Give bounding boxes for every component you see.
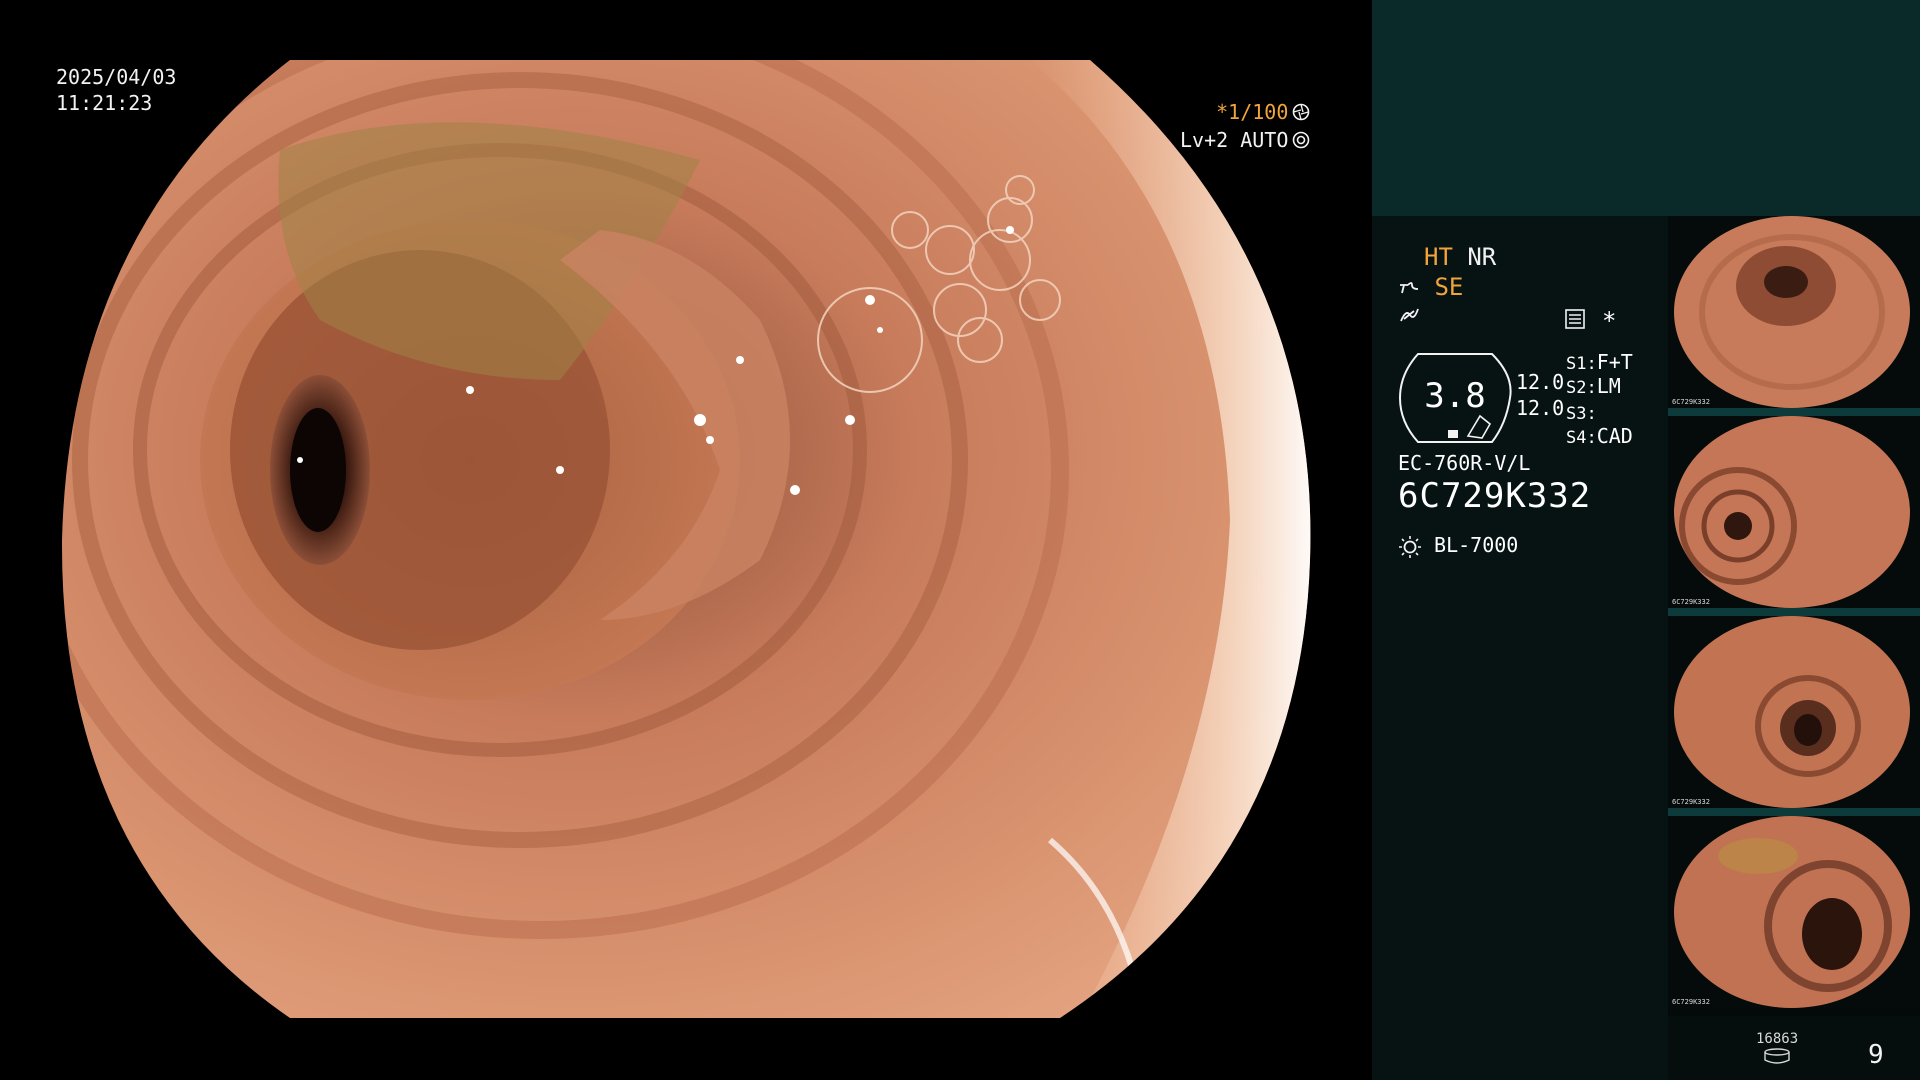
structure-icon xyxy=(1400,282,1419,294)
info-panel: HT NR SE * 3.8 12.0 12.0 S1:F+T S2:LM S3… xyxy=(1372,216,1668,1080)
light-source-row: BL-7000 xyxy=(1398,530,1518,560)
gauge-value: 3.8 xyxy=(1424,376,1486,416)
wave-row xyxy=(1398,304,1420,334)
s3-row: S3: xyxy=(1566,400,1597,426)
zoom-gauge: 3.8 xyxy=(1398,352,1512,444)
iris-icon xyxy=(1293,131,1310,149)
endoscopy-screen: 2025/04/03 11:21:23 *1/100 Lv+2 AUTO HT … xyxy=(0,0,1920,1080)
aperture-icon xyxy=(1293,103,1310,121)
value-1: 12.0 xyxy=(1516,370,1565,394)
light-source-label: BL-7000 xyxy=(1434,533,1519,557)
thumbnail-1[interactable]: 6C729K332 xyxy=(1668,216,1920,408)
thumbnail-caption: 6C729K332 xyxy=(1672,598,1710,606)
ht-label: HT xyxy=(1424,243,1453,271)
s2-row: S2:LM xyxy=(1566,374,1621,400)
s4-label: S4: xyxy=(1566,428,1597,448)
se-row: SE xyxy=(1398,272,1463,302)
endoscope-image xyxy=(61,60,1311,1018)
nr-label: NR xyxy=(1467,243,1497,271)
top-blank-panel xyxy=(1372,0,1920,216)
light-bulb-icon xyxy=(1399,535,1421,558)
se-label: SE xyxy=(1434,273,1464,301)
recorder-icon xyxy=(1565,309,1585,329)
thumbnail-divider xyxy=(1668,408,1920,416)
level-mode-label: Lv+2 AUTO xyxy=(1180,128,1289,152)
disk-icon xyxy=(1764,1048,1790,1064)
s4-row: S4:CAD xyxy=(1566,424,1633,450)
main-endoscope-view: 2025/04/03 11:21:23 *1/100 Lv+2 AUTO xyxy=(0,0,1372,1080)
storage-indicator: 16863 xyxy=(1756,1030,1798,1069)
storage-count: 16863 xyxy=(1756,1031,1799,1047)
s1-value: F+T xyxy=(1596,350,1633,374)
thumbnail-caption: 6C729K332 xyxy=(1672,398,1710,406)
datetime-display: 2025/04/03 11:21:23 xyxy=(56,64,176,116)
time-label: 11:21:23 xyxy=(56,91,153,115)
enhancement-row: HT NR xyxy=(1424,242,1496,272)
shutter-label: *1/100 xyxy=(1216,100,1289,124)
s1-row: S1:F+T xyxy=(1566,350,1633,376)
s4-value: CAD xyxy=(1596,424,1633,448)
asterisk-label: * xyxy=(1602,307,1617,335)
s2-label: S2: xyxy=(1566,378,1597,398)
page-number: 9 xyxy=(1868,1040,1884,1070)
thumbnail-divider xyxy=(1668,808,1920,816)
thumbnail-column: 6C729K332 6C729K332 6C729K332 6C729K332 xyxy=(1668,216,1920,1016)
exposure-status: *1/100 Lv+2 AUTO xyxy=(1180,98,1310,154)
thumbnail-divider xyxy=(1668,608,1920,616)
s2-value: LM xyxy=(1596,374,1621,398)
right-panel: HT NR SE * 3.8 12.0 12.0 S1:F+T S2:LM S3… xyxy=(1372,0,1920,1080)
thumbnail-caption: 6C729K332 xyxy=(1672,798,1710,806)
s3-label: S3: xyxy=(1566,404,1597,424)
thumbnail-4[interactable]: 6C729K332 xyxy=(1668,816,1920,1008)
s1-label: S1: xyxy=(1566,354,1597,374)
date-label: 2025/04/03 xyxy=(56,65,177,89)
thumbnail-2[interactable]: 6C729K332 xyxy=(1668,416,1920,608)
scope-serial: 6C729K332 xyxy=(1398,476,1592,516)
wave-icon xyxy=(1400,308,1419,322)
value-2: 12.0 xyxy=(1516,396,1565,420)
thumbnail-caption: 6C729K332 xyxy=(1672,998,1710,1006)
thumbnail-3[interactable]: 6C729K332 xyxy=(1668,616,1920,808)
